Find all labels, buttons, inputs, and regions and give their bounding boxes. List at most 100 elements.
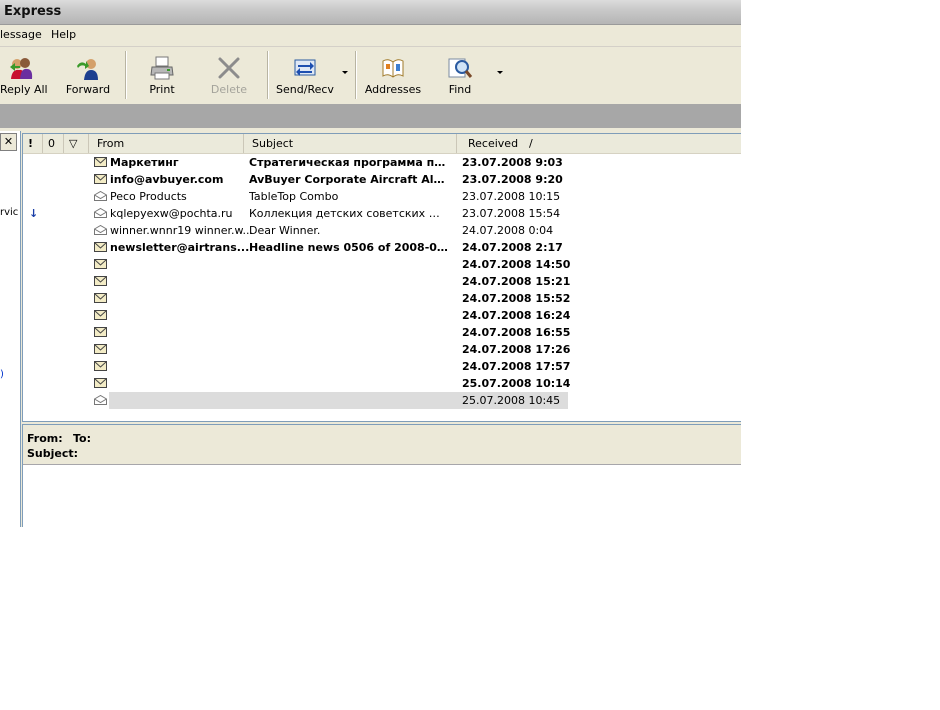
find-button[interactable]: Find xyxy=(442,49,478,101)
message-received: 24.07.2008 16:24 xyxy=(462,309,571,322)
column-flag[interactable]: ▽ xyxy=(64,134,89,153)
attachment-icon: 0 xyxy=(48,137,55,150)
open-envelope-icon xyxy=(94,395,107,405)
reply-all-label: Reply All xyxy=(0,83,48,96)
outlook-express-window: Express lessage Help Reply All Forward P… xyxy=(0,0,741,527)
folder-item-fragment[interactable]: rvic xyxy=(0,207,18,218)
message-row[interactable]: 25.07.2008 10:45 xyxy=(23,392,741,409)
folder-title-bar xyxy=(0,104,741,128)
column-header-filler xyxy=(566,134,741,153)
message-from: Маркетинг xyxy=(110,156,179,169)
column-from[interactable]: From xyxy=(89,134,244,153)
priority-icon: ! xyxy=(28,137,34,150)
folder-item-fragment[interactable]: ) xyxy=(0,369,4,380)
message-row[interactable]: 24.07.2008 16:55 xyxy=(23,324,741,341)
closed-envelope-icon xyxy=(94,174,107,184)
toolbar-separator xyxy=(125,51,127,99)
message-from: kqlepyexw@pochta.ru xyxy=(110,207,233,220)
closed-envelope-icon xyxy=(94,259,107,269)
message-row[interactable]: info@avbuyer.com AvBuyer Corporate Aircra… xyxy=(23,171,741,188)
message-received: 24.07.2008 17:26 xyxy=(462,343,571,356)
message-received: 24.07.2008 16:55 xyxy=(462,326,571,339)
forward-button[interactable]: Forward xyxy=(62,49,114,101)
column-subject-label: Subject xyxy=(252,137,294,150)
column-received-label: Received xyxy=(468,137,519,150)
message-received: 23.07.2008 10:15 xyxy=(462,190,561,203)
message-received: 25.07.2008 10:14 xyxy=(462,377,571,390)
message-received: 23.07.2008 9:20 xyxy=(462,173,563,186)
closed-envelope-icon xyxy=(94,276,107,286)
message-received: 24.07.2008 0:04 xyxy=(462,224,554,237)
message-row[interactable]: 24.07.2008 17:26 xyxy=(23,341,741,358)
preview-pane: From: To: Subject: xyxy=(22,424,741,527)
message-received: 24.07.2008 17:57 xyxy=(462,360,571,373)
print-button[interactable]: Print xyxy=(140,49,184,101)
print-label: Print xyxy=(149,83,175,96)
message-flag: ↓ xyxy=(29,207,39,220)
message-row[interactable]: Peco Products TableTop Combo 23.07.2008 10… xyxy=(23,188,741,205)
column-priority[interactable]: ! xyxy=(23,134,43,153)
message-row[interactable]: 24.07.2008 14:50 xyxy=(23,256,741,273)
message-row[interactable]: Маркетинг Стратегическая программа про...… xyxy=(23,154,741,171)
address-book-icon xyxy=(380,55,406,81)
reply-all-icon xyxy=(8,55,34,81)
send-recv-label: Send/Recv xyxy=(276,83,334,96)
window-title: Express xyxy=(4,4,62,19)
message-row[interactable]: 24.07.2008 16:24 xyxy=(23,307,741,324)
toolbar-separator xyxy=(267,51,269,99)
sort-indicator-icon: / xyxy=(529,137,533,150)
find-dropdown-icon[interactable] xyxy=(497,71,503,74)
message-subject: Коллекция детских советских филь... xyxy=(249,207,449,220)
closed-envelope-icon xyxy=(94,157,107,167)
reply-all-button[interactable]: Reply All xyxy=(0,49,48,101)
send-recv-dropdown-icon[interactable] xyxy=(342,71,348,74)
find-label: Find xyxy=(448,83,472,96)
send-recv-button[interactable]: Send/Recv xyxy=(276,49,334,101)
message-row[interactable]: 24.07.2008 15:21 xyxy=(23,273,741,290)
message-row[interactable]: 25.07.2008 10:14 xyxy=(23,375,741,392)
folder-pane: ✕ rvic ) ↓ xyxy=(0,131,21,527)
printer-icon xyxy=(149,55,175,81)
preview-to-label: To: xyxy=(73,432,91,445)
message-row[interactable]: newsletter@airtrans... Headline news 0506… xyxy=(23,239,741,256)
closed-envelope-icon xyxy=(94,361,107,371)
forward-icon xyxy=(75,55,101,81)
column-header: ! 0 ▽ From Subject Received / xyxy=(23,134,741,154)
message-received: 24.07.2008 14:50 xyxy=(462,258,571,271)
column-from-label: From xyxy=(97,137,125,150)
closed-envelope-icon xyxy=(94,242,107,252)
column-subject[interactable]: Subject xyxy=(244,134,457,153)
message-row[interactable]: 24.07.2008 17:57 xyxy=(23,358,741,375)
menu-bar: lessage Help xyxy=(0,25,741,47)
title-bar: Express xyxy=(0,0,741,25)
addresses-label: Addresses xyxy=(364,83,422,96)
message-received: 23.07.2008 9:03 xyxy=(462,156,563,169)
menu-message[interactable]: lessage xyxy=(0,28,42,41)
message-subject: Стратегическая программа про... xyxy=(249,156,449,169)
preview-subject-label: Subject: xyxy=(27,447,79,460)
preview-header: From: To: Subject: xyxy=(23,425,741,465)
addresses-button[interactable]: Addresses xyxy=(364,49,422,101)
message-subject: TableTop Combo xyxy=(249,190,339,203)
message-from: winner.wnnr19 winner.w... xyxy=(110,224,253,237)
open-envelope-icon xyxy=(94,191,107,201)
column-attachment[interactable]: 0 xyxy=(43,134,64,153)
toolbar-separator xyxy=(355,51,357,99)
find-magnifier-icon xyxy=(447,55,473,81)
closed-envelope-icon xyxy=(94,310,107,320)
message-received: 24.07.2008 2:17 xyxy=(462,241,563,254)
column-received[interactable]: Received / xyxy=(457,134,567,153)
preview-from-label: From: xyxy=(27,432,63,445)
close-pane-icon[interactable]: ✕ xyxy=(0,133,17,151)
message-from: Peco Products xyxy=(110,190,187,203)
message-received: 24.07.2008 15:21 xyxy=(462,275,571,288)
menu-help[interactable]: Help xyxy=(51,28,76,41)
closed-envelope-icon xyxy=(94,327,107,337)
closed-envelope-icon xyxy=(94,344,107,354)
send-receive-icon xyxy=(292,55,318,81)
message-row[interactable]: ↓ kqlepyexw@pochta.ru Коллекция детских со… xyxy=(23,205,741,222)
message-row[interactable]: winner.wnnr19 winner.w... Dear Winner. 24.… xyxy=(23,222,741,239)
message-row[interactable]: 24.07.2008 15:52 xyxy=(23,290,741,307)
delete-button[interactable]: Delete xyxy=(206,49,252,101)
message-received: 24.07.2008 15:52 xyxy=(462,292,571,305)
